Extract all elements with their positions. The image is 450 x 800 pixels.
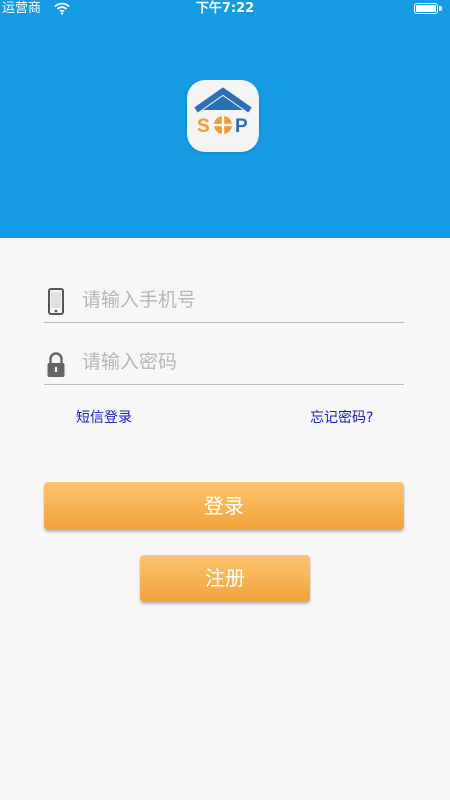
- battery-tip: [439, 6, 442, 11]
- logo-letter-s: S: [197, 116, 210, 137]
- battery-level: [416, 5, 436, 12]
- battery-icon: [414, 3, 438, 14]
- header-banner: 运营商 下午7:22 S P: [0, 0, 450, 238]
- login-button[interactable]: 登录: [44, 482, 404, 530]
- status-time: 下午7:22: [195, 1, 255, 16]
- sms-login-link[interactable]: 短信登录: [76, 407, 132, 427]
- register-button[interactable]: 注册: [140, 555, 310, 602]
- password-field: [44, 340, 404, 385]
- phone-input[interactable]: [80, 284, 394, 316]
- password-input[interactable]: [80, 346, 394, 378]
- status-bar: 运营商 下午7:22: [0, 0, 450, 18]
- phone-field: [44, 278, 404, 323]
- app-logo: S P: [187, 80, 259, 152]
- lock-icon: [44, 350, 68, 378]
- logo-letter-p: P: [235, 116, 248, 137]
- forgot-password-link[interactable]: 忘记密码?: [310, 407, 373, 427]
- phone-icon: [44, 288, 68, 316]
- sop-house-logo-icon: S P: [194, 87, 252, 137]
